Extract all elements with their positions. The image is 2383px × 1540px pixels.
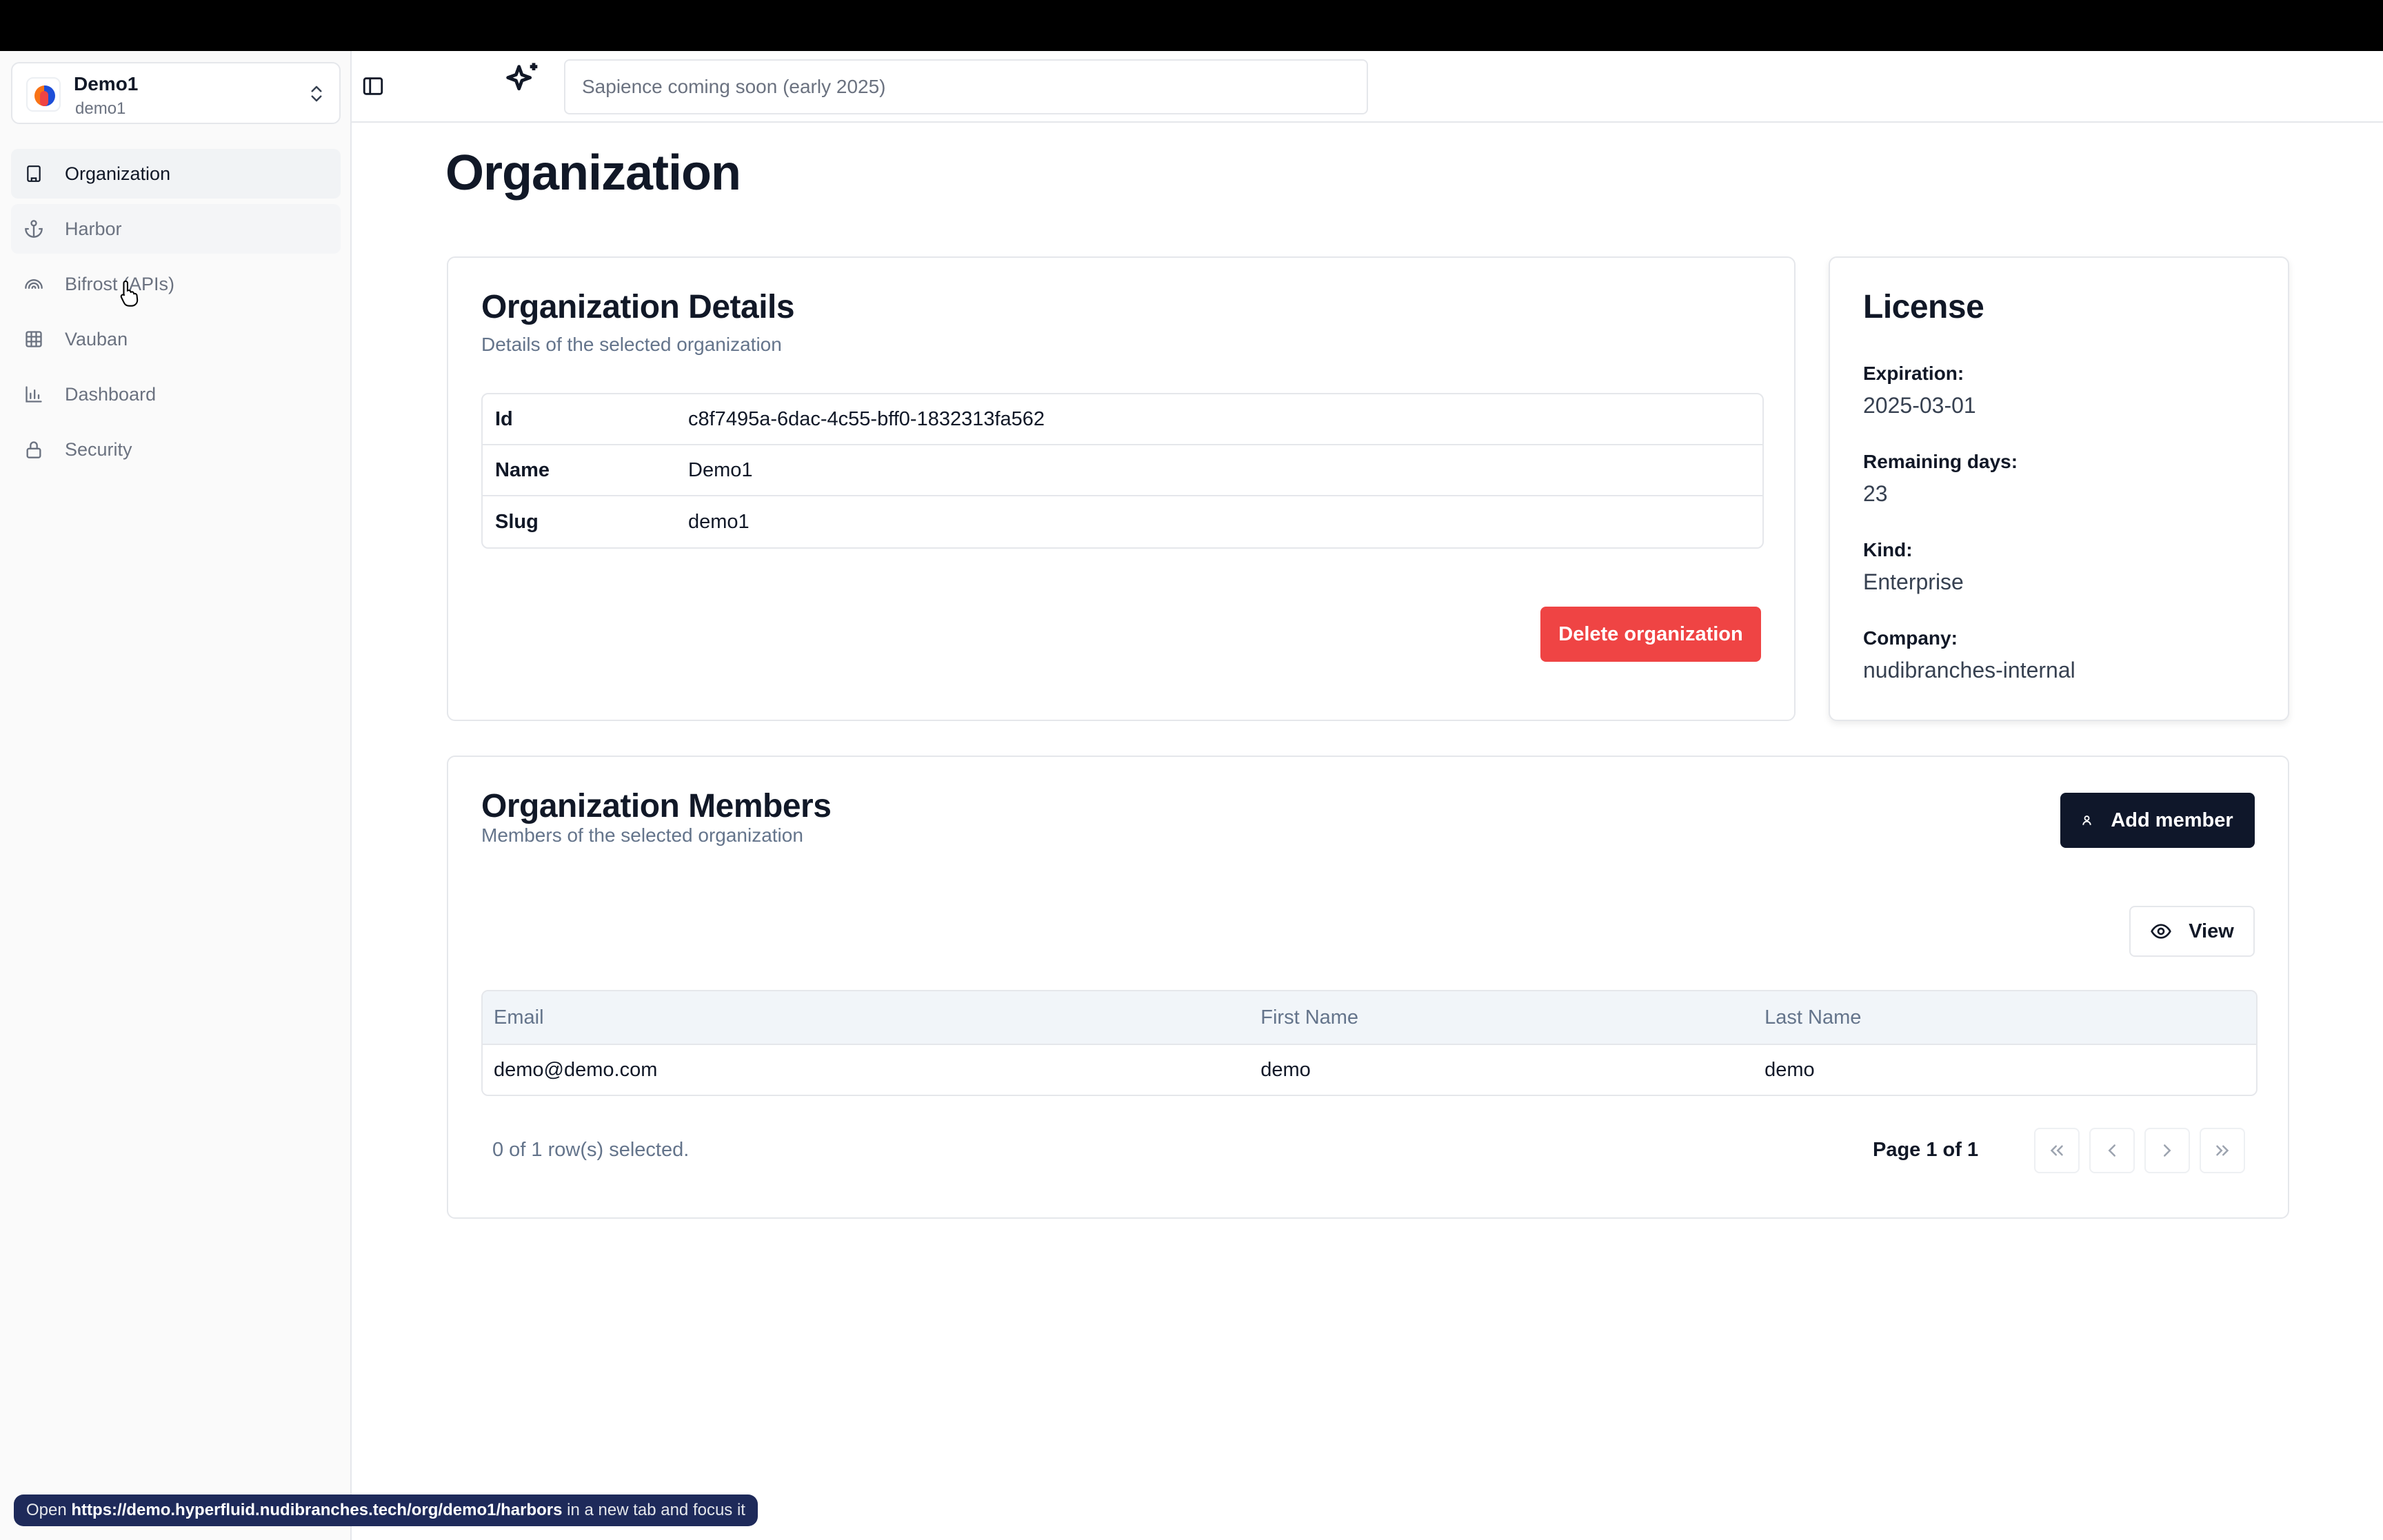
rainbow-icon <box>23 274 44 294</box>
sidebar-item-harbor[interactable]: Harbor <box>11 204 341 254</box>
window-top-bar <box>0 0 2383 51</box>
view-label: View <box>2189 920 2234 942</box>
license-field-value: 2025-03-01 <box>1863 393 1976 418</box>
delete-organization-button[interactable]: Delete organization <box>1540 607 1761 662</box>
sidebar-item-label: Dashboard <box>65 383 157 405</box>
org-switcher-slug: demo1 <box>75 99 126 118</box>
column-header-email[interactable]: Email <box>483 1006 1249 1029</box>
sidebar-item-bifrost[interactable]: Bifrost (APIs) <box>11 259 341 309</box>
view-options-button[interactable]: View <box>2129 906 2255 957</box>
sidebar-item-label: Harbor <box>65 218 122 239</box>
eye-icon <box>2151 924 2172 939</box>
license-card: License Expiration: 2025-03-01 Remaining… <box>1829 256 2289 721</box>
pointer-hand-cursor-icon <box>120 280 139 307</box>
table-row: Slug demo1 <box>483 496 1762 547</box>
chevron-up-down-icon <box>311 85 322 102</box>
org-switcher[interactable]: Demo1 demo1 <box>11 62 341 124</box>
cell-last-name: demo <box>1764 1058 1815 1081</box>
sidebar-item-label: Organization <box>65 163 171 184</box>
link-status-bar: Open https://demo.hyperfluid.nudibranche… <box>14 1495 758 1526</box>
detail-key: Name <box>495 458 550 481</box>
status-url: https://demo.hyperfluid.nudibranches.tec… <box>71 1501 563 1519</box>
sidebar-item-label: Security <box>65 438 132 460</box>
user-plus-icon <box>2082 815 2092 825</box>
status-prefix: Open <box>26 1501 67 1519</box>
sidebar: Demo1 demo1 Organization Harbor Bifrost … <box>0 51 352 1540</box>
bar-chart-icon <box>23 384 44 405</box>
card-description: Details of the selected organization <box>481 334 782 355</box>
license-field-value: 23 <box>1863 481 1888 506</box>
card-description: Members of the selected organization <box>481 824 803 846</box>
chevron-left-icon <box>2108 1144 2115 1157</box>
license-field-label: Kind: <box>1863 539 1913 560</box>
license-field-value: nudibranches-internal <box>1863 658 2075 682</box>
license-field-label: Remaining days: <box>1863 451 2018 472</box>
chevrons-left-icon <box>2050 1145 2063 1156</box>
table-header: Email First Name Last Name <box>483 991 2256 1045</box>
next-page-button[interactable] <box>2144 1128 2190 1173</box>
page-title: Organization <box>445 145 741 201</box>
page-indicator: Page 1 of 1 <box>1873 1139 1979 1161</box>
sidebar-toggle-icon[interactable] <box>361 74 385 98</box>
members-table: Email First Name Last Name demo@demo.com… <box>481 990 2258 1096</box>
status-suffix: in a new tab and focus it <box>567 1501 745 1519</box>
chevron-right-icon <box>2164 1144 2171 1157</box>
add-member-button[interactable]: Add member <box>2060 793 2255 848</box>
detail-value: demo1 <box>688 510 750 533</box>
app-header <box>352 51 2383 123</box>
sparkles-icon <box>506 63 538 91</box>
license-field-value: Enterprise <box>1863 569 1964 594</box>
selection-count: 0 of 1 row(s) selected. <box>492 1139 690 1161</box>
detail-key: Slug <box>495 510 539 533</box>
anchor-icon <box>23 219 44 239</box>
card-title: Organization Members <box>481 788 832 824</box>
sidebar-item-dashboard[interactable]: Dashboard <box>11 369 341 419</box>
org-switcher-name: Demo1 <box>74 73 139 94</box>
card-title: License <box>1863 289 1984 325</box>
org-logo <box>26 77 61 112</box>
table-row[interactable]: demo@demo.com demo demo <box>483 1045 2256 1095</box>
sidebar-item-organization[interactable]: Organization <box>11 149 341 199</box>
grid-icon <box>23 329 44 349</box>
building-icon <box>23 163 44 184</box>
cell-email: demo@demo.com <box>494 1058 658 1081</box>
organization-members-card: Organization Members Members of the sele… <box>447 756 2289 1219</box>
detail-value: c8f7495a-6dac-4c55-bff0-1832313fa562 <box>688 407 1045 430</box>
cell-first-name: demo <box>1260 1058 1311 1081</box>
chevrons-right-icon <box>2216 1145 2229 1156</box>
sidebar-nav: Organization Harbor Bifrost (APIs) Vauba… <box>11 149 341 480</box>
license-field-label: Expiration: <box>1863 363 1964 384</box>
sidebar-item-security[interactable]: Security <box>11 425 341 474</box>
add-member-label: Add member <box>2111 809 2233 831</box>
lock-icon <box>23 439 44 460</box>
license-field-label: Company: <box>1863 627 1958 649</box>
detail-key: Id <box>495 407 513 430</box>
sapience-search-input[interactable] <box>564 59 1368 114</box>
last-page-button[interactable] <box>2200 1128 2245 1173</box>
previous-page-button[interactable] <box>2089 1128 2135 1173</box>
column-header-first-name[interactable]: First Name <box>1249 1006 1753 1029</box>
organization-details-card: Organization Details Details of the sele… <box>447 256 1796 721</box>
first-page-button[interactable] <box>2034 1128 2080 1173</box>
details-table: Id c8f7495a-6dac-4c55-bff0-1832313fa562 … <box>481 393 1764 549</box>
sidebar-item-vauban[interactable]: Vauban <box>11 314 341 364</box>
column-header-last-name[interactable]: Last Name <box>1753 1006 2256 1029</box>
detail-value: Demo1 <box>688 458 753 481</box>
table-row: Name Demo1 <box>483 445 1762 496</box>
card-title: Organization Details <box>481 289 795 325</box>
sidebar-item-label: Vauban <box>65 328 128 349</box>
table-row: Id c8f7495a-6dac-4c55-bff0-1832313fa562 <box>483 394 1762 445</box>
